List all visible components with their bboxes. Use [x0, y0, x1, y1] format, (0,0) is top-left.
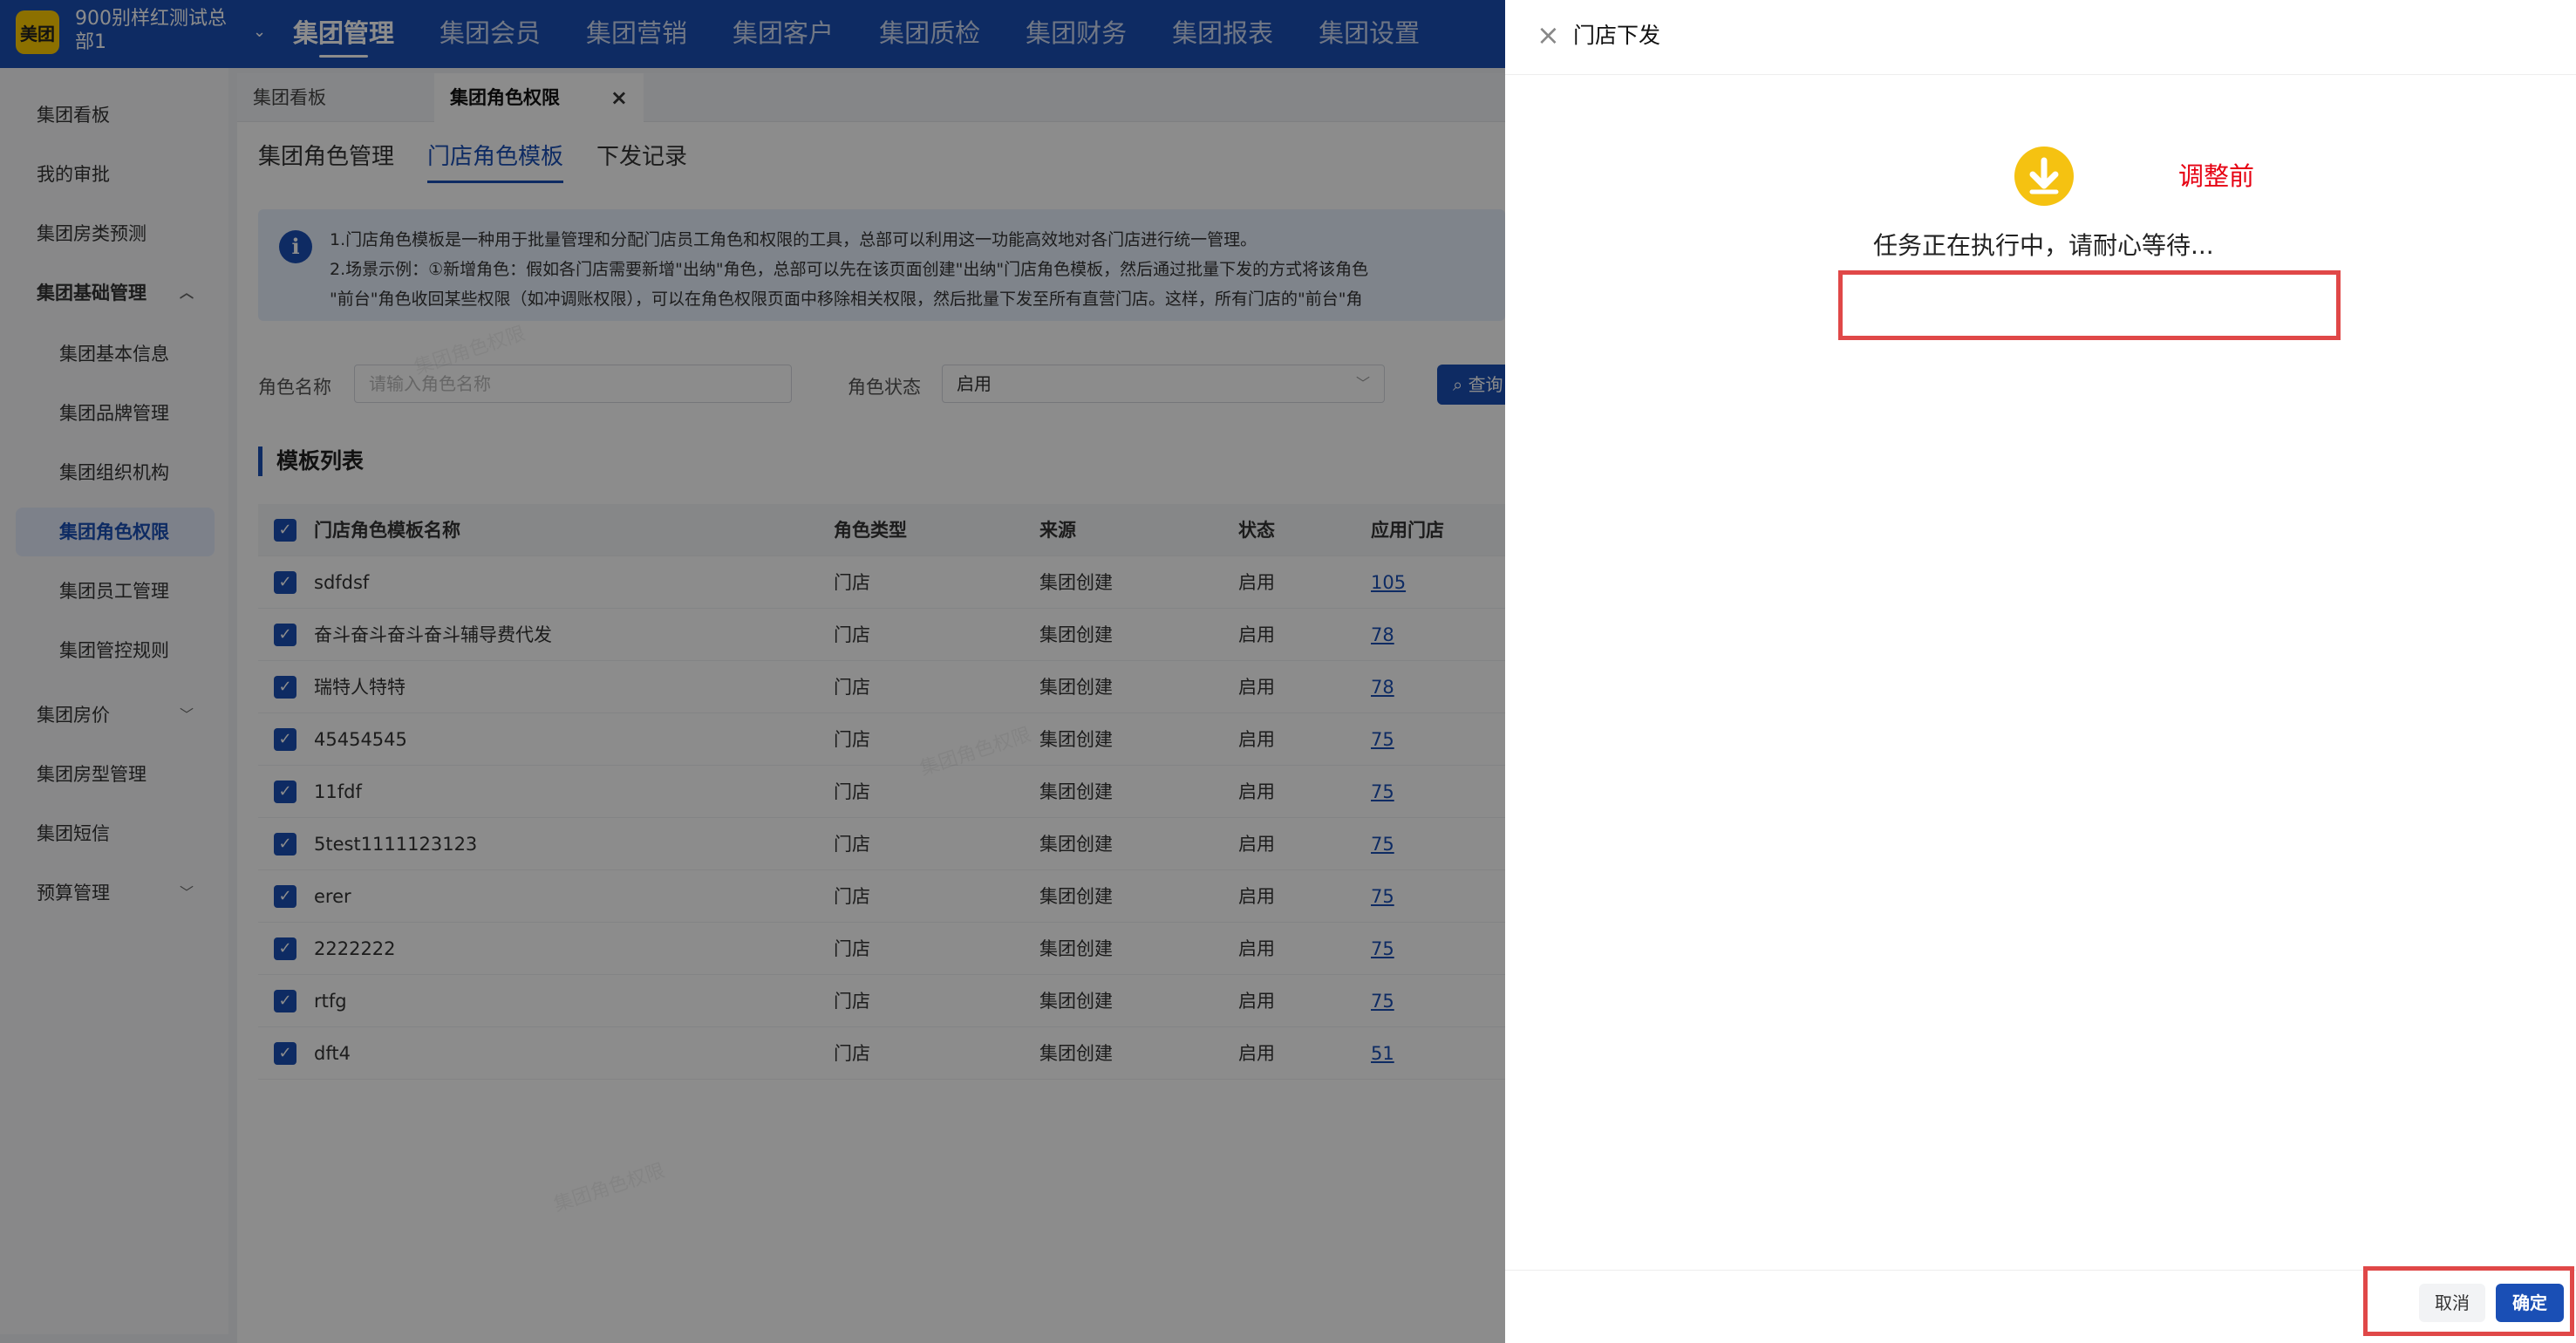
- confirm-button[interactable]: 确定: [2496, 1284, 2564, 1322]
- distribute-drawer: × 门店下发 调整前 任务正在执行中，请耐心等待... 取消 确定: [1505, 0, 2576, 1343]
- drawer-header: × 门店下发: [1505, 0, 2576, 75]
- annotation-highlight-box: [1838, 270, 2341, 340]
- task-status-text: 任务正在执行中，请耐心等待...: [1873, 231, 2214, 260]
- app-root: 美团 900别样红测试总部1 ⌄ 集团管理 集团会员 集团营销 集团客户 集团质…: [0, 0, 2576, 1343]
- annotation-label: 调整前: [2178, 161, 2255, 191]
- drawer-title: 门店下发: [1573, 23, 1661, 48]
- cancel-button[interactable]: 取消: [2419, 1284, 2485, 1322]
- modal-overlay[interactable]: [0, 0, 1505, 1343]
- close-icon[interactable]: ×: [1537, 17, 1560, 52]
- download-icon: [2014, 147, 2074, 206]
